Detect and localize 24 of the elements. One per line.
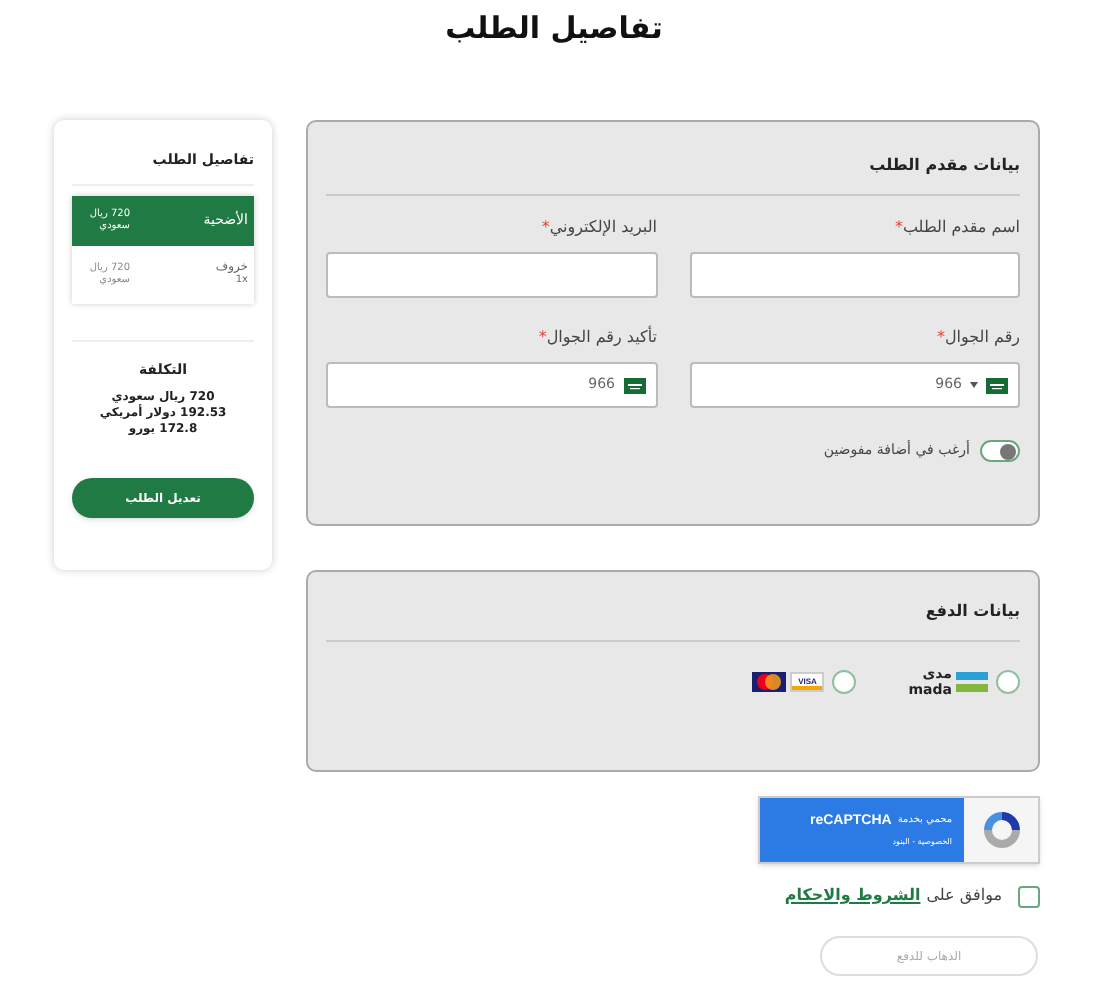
terms-checkbox[interactable] <box>1018 885 1040 907</box>
required-mark: * <box>538 326 547 350</box>
field-label: البريد الإلكتروني <box>549 216 657 240</box>
required-mark: * <box>541 216 550 240</box>
input-field[interactable] <box>326 252 657 298</box>
terms-text: موافق على <box>926 884 1002 908</box>
toggle-switch[interactable] <box>980 440 1020 462</box>
radio-button[interactable] <box>832 670 857 694</box>
flag-icon <box>986 377 1008 393</box>
radio-button[interactable] <box>996 670 1020 694</box>
terms-link[interactable]: الشروط والاحكام <box>784 884 921 908</box>
recaptcha-icon <box>979 808 1023 852</box>
required-mark: * <box>936 326 945 350</box>
section-title: بيانات مقدم الطلب <box>867 154 1020 178</box>
flag-icon <box>623 377 645 393</box>
section-title: بيانات الدفع <box>923 600 1020 624</box>
caret-icon <box>970 382 978 388</box>
field-label: تأكيد رقم الجوال <box>546 326 657 350</box>
mastercard-icon <box>752 672 787 692</box>
page-title: تفاصيل الطلب <box>445 8 663 48</box>
input-field[interactable] <box>689 252 1020 298</box>
required-mark: * <box>894 216 903 240</box>
field-label: اسم مقدم الطلب <box>902 216 1020 240</box>
field-label: رقم الجوال <box>944 326 1020 350</box>
